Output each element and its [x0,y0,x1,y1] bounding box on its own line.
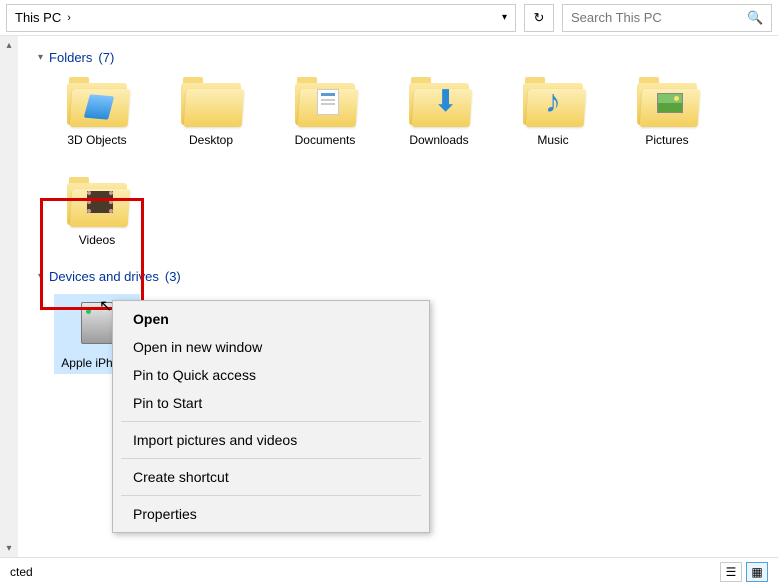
breadcrumb-location[interactable]: This PC [15,10,61,25]
folder-label: Documents [282,133,368,147]
menu-open[interactable]: Open [113,305,429,333]
section-devices-title: Devices and drives [49,269,159,284]
view-icons-button[interactable]: ▦ [746,562,768,582]
refresh-icon: ↻ [534,10,545,26]
icons-view-icon: ▦ [751,565,762,579]
film-icon [87,191,113,213]
view-details-button[interactable]: ☰ [720,562,742,582]
menu-pin-quick-access[interactable]: Pin to Quick access [113,361,429,389]
scroll-down-icon[interactable]: ▾ [0,539,18,557]
chevron-down-icon: ▾ [38,52,43,63]
folder-desktop[interactable]: Desktop [168,75,254,147]
folder-documents[interactable]: Documents [282,75,368,147]
status-text: cted [10,565,33,579]
device-tower-icon [81,302,113,344]
search-input[interactable] [571,10,747,25]
search-icon[interactable]: 🔍 [747,10,763,26]
search-box[interactable]: 🔍 [562,4,772,32]
section-devices-count: (3) [165,269,181,284]
menu-pin-start[interactable]: Pin to Start [113,389,429,417]
folder-label: Downloads [396,133,482,147]
chevron-right-icon[interactable]: › [67,12,71,24]
section-devices-header[interactable]: ▾ Devices and drives (3) [38,269,758,284]
folder-pictures[interactable]: Pictures [624,75,710,147]
section-folders-count: (7) [98,50,114,65]
section-folders-header[interactable]: ▾ Folders (7) [38,50,758,65]
chevron-down-icon: ▾ [38,271,43,282]
menu-open-new-window[interactable]: Open in new window [113,333,429,361]
music-note-icon: ♪ [545,85,561,117]
menu-create-shortcut[interactable]: Create shortcut [113,463,429,491]
folder-label: Desktop [168,133,254,147]
address-bar: This PC › ▾ ↻ 🔍 [0,0,778,36]
menu-separator [121,458,421,459]
menu-separator [121,421,421,422]
scroll-up-icon[interactable]: ▴ [0,36,18,54]
folder-label: Pictures [624,133,710,147]
folder-videos[interactable]: Videos [54,175,140,247]
folder-3d-objects[interactable]: 3D Objects [54,75,140,147]
nav-scrollbar[interactable]: ▴ ▾ [0,36,18,557]
chevron-down-icon[interactable]: ▾ [502,12,507,23]
folder-label: Videos [54,233,140,247]
picture-icon [657,93,683,113]
folder-music[interactable]: ♪ Music [510,75,596,147]
breadcrumb[interactable]: This PC › ▾ [6,4,516,32]
folder-label: Music [510,133,596,147]
menu-import-pictures-videos[interactable]: Import pictures and videos [113,426,429,454]
document-icon [317,89,339,115]
status-bar: cted ☰ ▦ [0,557,778,585]
context-menu: Open Open in new window Pin to Quick acc… [112,300,430,533]
menu-properties[interactable]: Properties [113,500,429,528]
folders-grid: 3D Objects Desktop Documents [38,75,758,247]
folder-label: 3D Objects [54,133,140,147]
section-folders-title: Folders [49,50,92,65]
download-arrow-icon: ⬇ [433,87,458,117]
refresh-button[interactable]: ↻ [524,4,554,32]
menu-separator [121,495,421,496]
folder-downloads[interactable]: ⬇ Downloads [396,75,482,147]
details-view-icon: ☰ [726,565,737,579]
